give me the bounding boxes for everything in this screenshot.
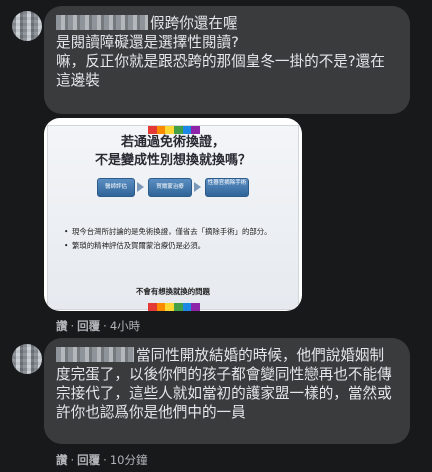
reply-button[interactable]: 回覆 (77, 319, 100, 333)
separator: · (103, 319, 107, 333)
comment-text: 當同性開放結婚的時候，他們說婚姻制度完蛋了，以後你們的孩子都會變同性戀再也不能傳… (56, 346, 398, 422)
flow-step: 賀爾蒙治療 (148, 178, 192, 197)
separator: · (103, 453, 107, 467)
reply-button[interactable]: 回覆 (77, 453, 100, 467)
slide-title-line1: 若通過免術換證， (120, 135, 225, 150)
like-button[interactable]: 讚 (56, 319, 68, 333)
arrow-right-icon (137, 182, 144, 192)
blurred-author-name[interactable] (56, 15, 148, 30)
comment-text: 假跨你還在喔 是閱讀障礙還是選擇性閱讀? 嘛，反正你就是跟恐跨的那個皇冬一掛的不… (56, 14, 398, 90)
rainbow-stripe-bottom (148, 303, 201, 311)
separator: · (70, 319, 75, 333)
flow-step: 性器官摘除手術 (205, 178, 249, 197)
comment-bubble: 當同性開放結婚的時候，他們說婚姻制度完蛋了，以後你們的孩子都會變同性戀再也不能傳… (44, 338, 410, 444)
slide-bullet: 繁瑣的精神評估及賀爾蒙治療仍是必須。 (64, 240, 284, 251)
blurred-author-name[interactable] (56, 347, 134, 362)
comment-time[interactable]: 4小時 (110, 319, 140, 333)
avatar[interactable] (12, 344, 42, 374)
attached-image[interactable]: 若通過免術換證， 不是變成性別想換就換嗎？ 醫師評估 賀爾蒙治療 性器官摘除手術… (44, 118, 302, 311)
slide-bullets: 現今台灣所討論的是免術換證，僅省去「摘除手術」的部分。 繁瑣的精神評估及賀爾蒙治… (64, 226, 284, 254)
separator: · (70, 453, 75, 467)
comment-time[interactable]: 10分鐘 (110, 453, 148, 467)
comment-bubble: 假跨你還在喔 是閱讀障礙還是選擇性閱讀? 嘛，反正你就是跟恐跨的那個皇冬一掛的不… (44, 6, 410, 114)
arrow-right-icon (194, 182, 201, 192)
slide: 若通過免術換證， 不是變成性別想換就換嗎？ 醫師評估 賀爾蒙治療 性器官摘除手術… (47, 125, 299, 311)
slide-title-line2: 不是變成性別想換就換嗎？ (94, 153, 251, 168)
avatar[interactable] (12, 11, 42, 41)
slide-caption: 不會有想換就換的問題 (136, 287, 210, 296)
like-button[interactable]: 讚 (56, 453, 68, 467)
slide-bullet: 現今台灣所討論的是免術換證，僅省去「摘除手術」的部分。 (64, 226, 284, 237)
flow-step: 醫師評估 (97, 178, 135, 197)
comment-actions: 讚 · 回覆 · 4小時 (56, 318, 140, 334)
process-flow: 醫師評估 賀爾蒙治療 性器官摘除手術 (48, 178, 298, 206)
comment-actions: 讚 · 回覆 · 10分鐘 (56, 452, 147, 468)
rainbow-stripe-top (148, 126, 201, 134)
